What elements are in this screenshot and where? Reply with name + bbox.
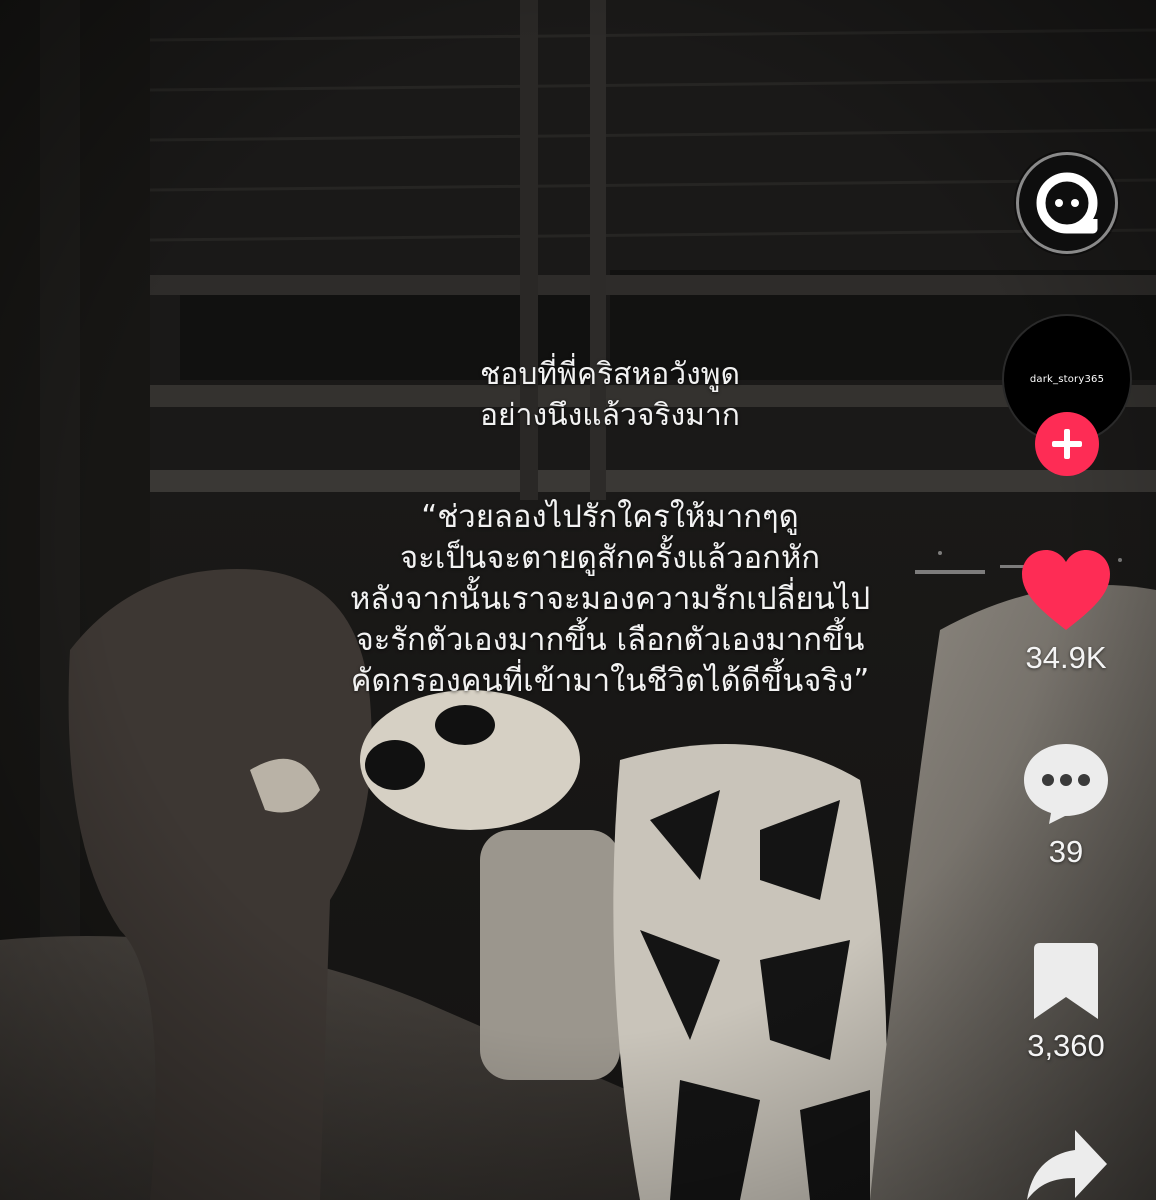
avatar-username: dark_story365 xyxy=(1029,373,1105,385)
caption-line: ชอบที่พี่คริสหอวังพูด xyxy=(479,357,740,392)
share-button[interactable] xyxy=(1024,1128,1110,1200)
ai-chat-button[interactable] xyxy=(1016,152,1118,254)
save-button[interactable] xyxy=(1030,938,1102,1024)
quote-line: จะรักตัวเองมากขึ้น เลือกตัวเองมากขึ้น xyxy=(355,622,865,658)
quote-line: “ช่วยลองไปรักใครให้มากๆดู xyxy=(421,499,799,535)
caption-intro: ชอบที่พี่คริสหอวังพูด อย่างนึงแล้วจริงมา… xyxy=(190,354,1030,436)
quote-line: คัดกรองคนที่เข้ามาในชีวิตได้ดีขึ้นจริง” xyxy=(350,663,870,699)
quote-line: หลังจากนั้นเราจะมองความรักเปลี่ยนไป xyxy=(349,581,871,617)
save-count: 3,360 xyxy=(1027,1028,1105,1063)
comment-count: 39 xyxy=(1048,834,1084,869)
heart-icon xyxy=(1022,550,1110,630)
caption-quote: “ช่วยลองไปรักใครให้มากๆดู จะเป็นจะตายดูส… xyxy=(190,497,1030,702)
share-arrow-icon xyxy=(1027,1130,1107,1200)
follow-button[interactable] xyxy=(1035,412,1099,476)
comment-button[interactable] xyxy=(1020,738,1112,828)
bookmark-icon xyxy=(1034,943,1098,1019)
caption-line: อย่างนึงแล้วจริงมาก xyxy=(480,398,740,433)
comment-bubble-icon xyxy=(1024,744,1108,824)
plus-icon xyxy=(1052,429,1082,459)
like-count: 34.9K xyxy=(1025,640,1107,675)
quote-line: จะเป็นจะตายดูสักครั้งแล้วอกหัก xyxy=(399,540,821,576)
like-button[interactable] xyxy=(1018,545,1114,635)
ai-chat-icon xyxy=(1036,172,1098,234)
